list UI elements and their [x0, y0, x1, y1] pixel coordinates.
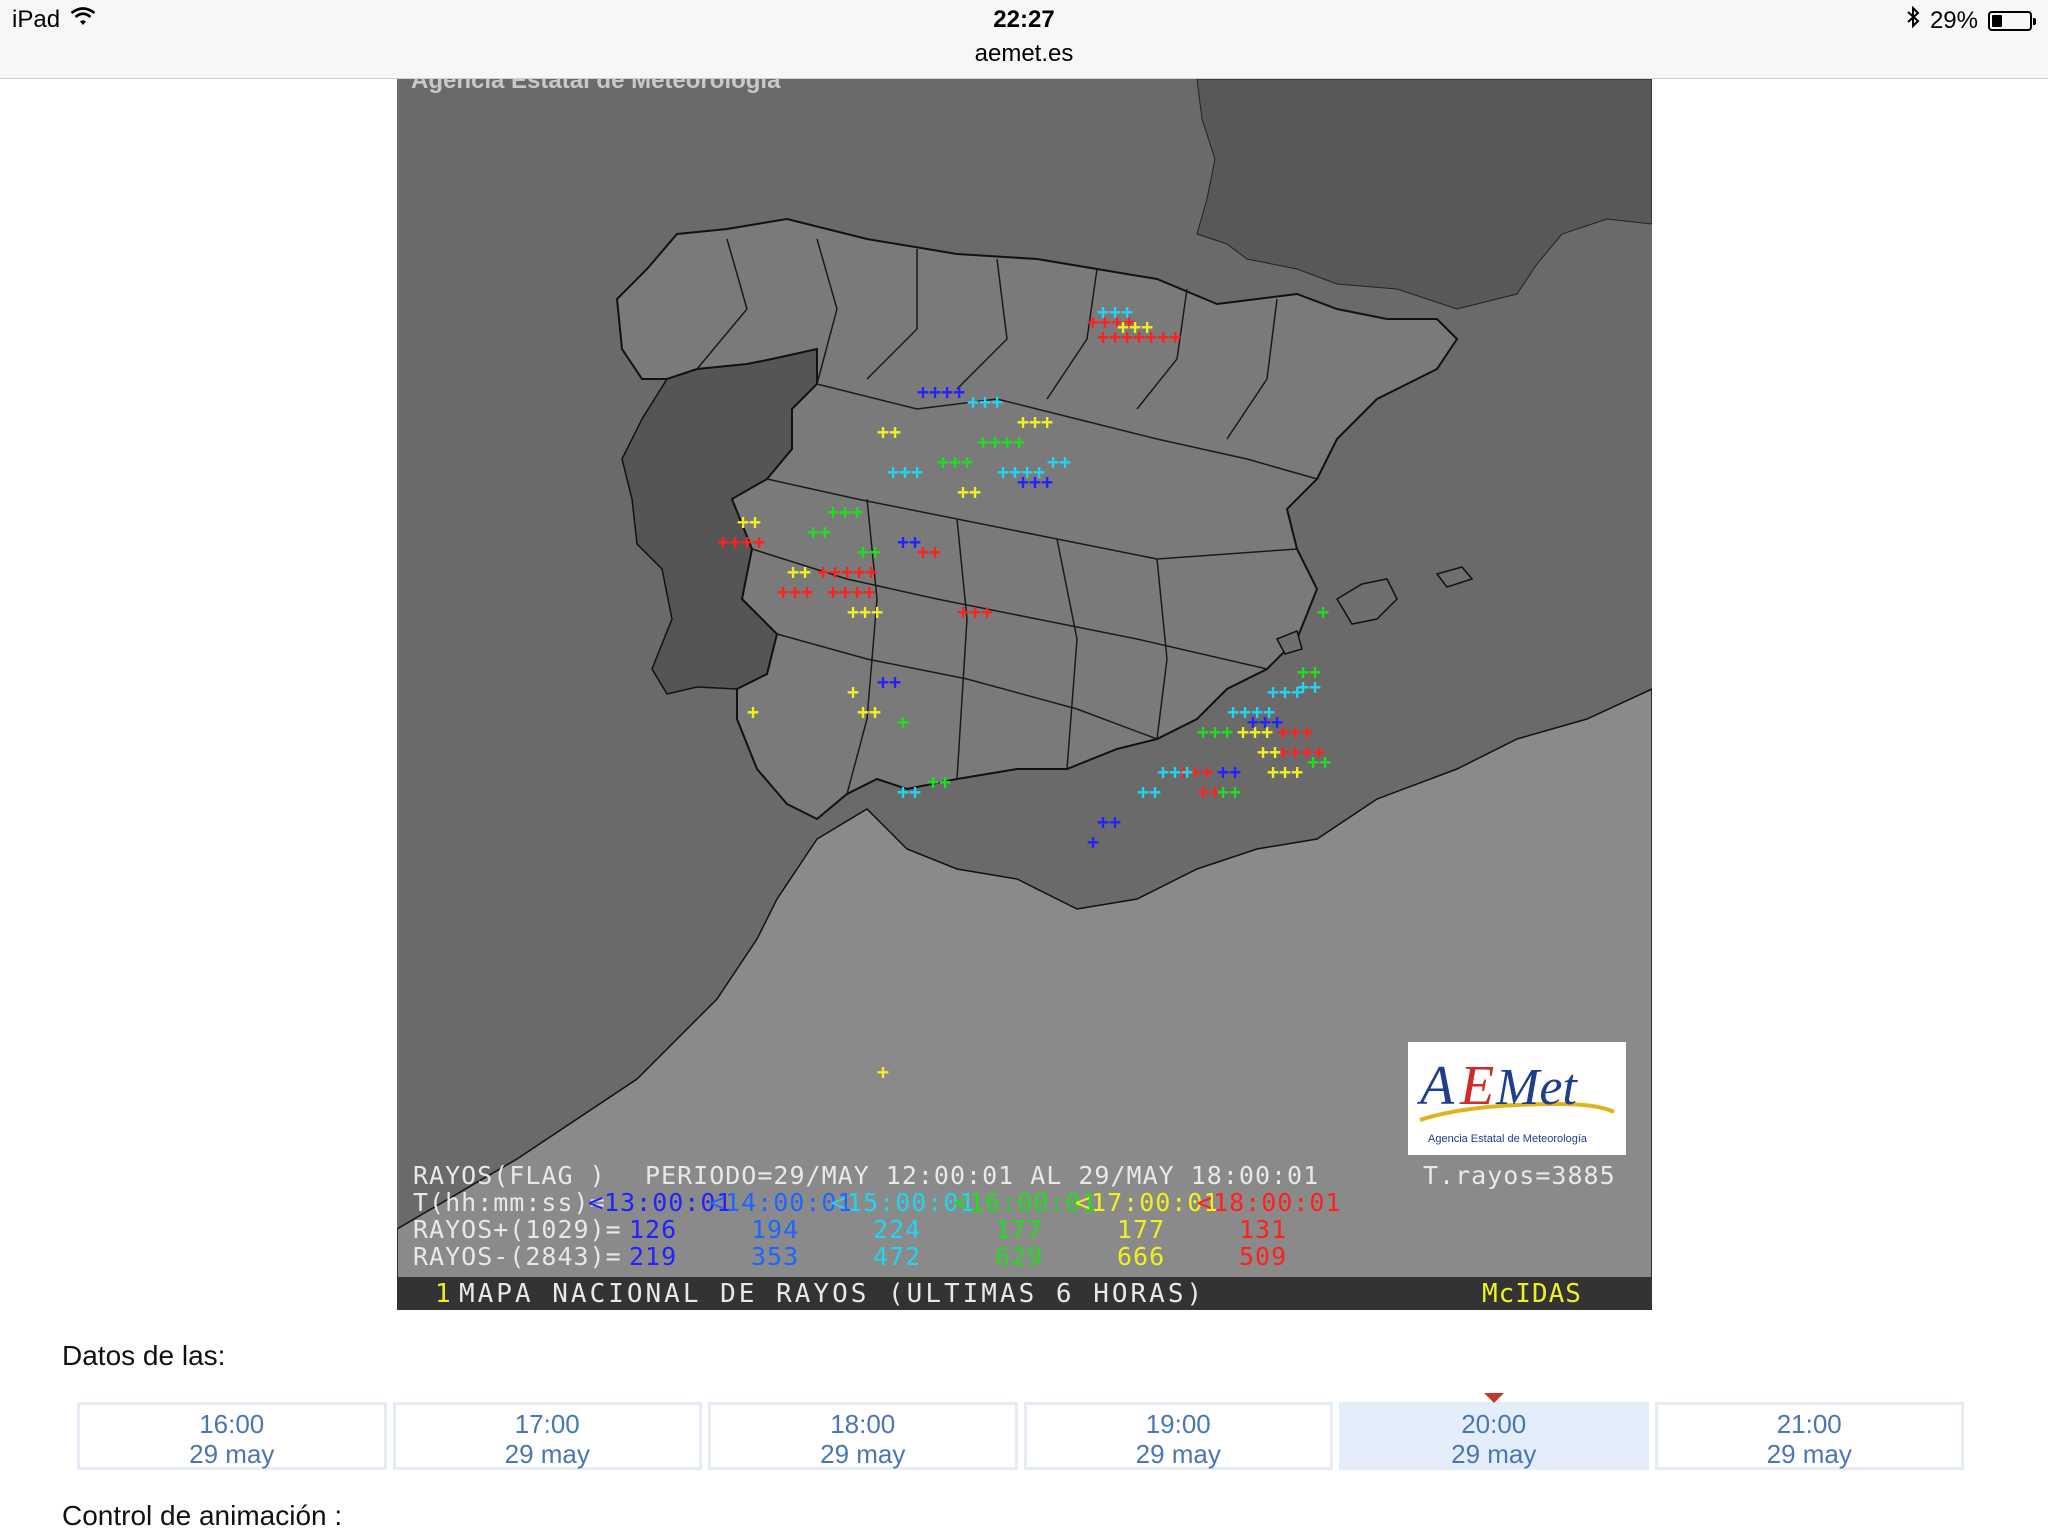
timeslot-date: 29 may: [820, 1439, 906, 1469]
svg-text:E: E: [1459, 1055, 1494, 1117]
legend-neg-4: 629: [995, 1242, 1044, 1271]
legend-pos-2: 194: [751, 1215, 800, 1244]
time-selector: 16:00 29 may 17:00 29 may 18:00 29 may 19:0…: [74, 1393, 1967, 1470]
timeslot-1700[interactable]: 17:00 29 may: [392, 1402, 702, 1470]
svg-text:+++: +++: [1247, 710, 1283, 734]
map-footer-number: 1: [435, 1279, 454, 1309]
legend-neg-5: 666: [1117, 1242, 1166, 1271]
address-bar-url[interactable]: aemet.es: [0, 40, 2048, 68]
map-footer-title: MAPA NACIONAL DE RAYOS (ULTIMAS 6 HORAS): [459, 1279, 1206, 1309]
svg-text:++: ++: [857, 700, 881, 724]
timeslot-date: 29 may: [504, 1439, 590, 1469]
svg-text:+: +: [1317, 600, 1329, 624]
legend-pos-5: 177: [1117, 1215, 1166, 1244]
svg-text:++: ++: [897, 530, 921, 554]
svg-text:+++: +++: [887, 460, 923, 484]
battery-icon: [1988, 10, 2036, 31]
datos-label: Datos de las:: [62, 1340, 226, 1371]
map-footer-strip: 1 MAPA NACIONAL DE RAYOS (ULTIMAS 6 HORA…: [397, 1277, 1652, 1310]
svg-text:+: +: [1087, 830, 1099, 854]
legend-positive-label: RAYOS+(1029)=: [413, 1215, 622, 1244]
svg-text:++: ++: [957, 480, 981, 504]
svg-text:+++: +++: [827, 500, 863, 524]
timeslot-date: 29 may: [1451, 1439, 1537, 1469]
legend-period: PERIODO=29/MAY 12:00:01 AL 29/MAY 18:00:…: [645, 1161, 1320, 1190]
legend-time-6: <18:00:01: [1197, 1188, 1342, 1217]
svg-text:++++: ++++: [977, 430, 1025, 454]
timeslot-time: 20:00: [1461, 1409, 1527, 1439]
bluetooth-icon: [1906, 5, 1920, 35]
svg-text:++: ++: [1137, 780, 1161, 804]
timeslot-time: 18:00: [830, 1409, 896, 1439]
svg-text:++: ++: [927, 770, 951, 794]
svg-text:Met: Met: [1495, 1059, 1578, 1116]
timeslot-1900[interactable]: 19:00 29 may: [1023, 1402, 1333, 1470]
timeslot-1800[interactable]: 18:00 29 may: [708, 1402, 1018, 1470]
browser-status-bar: iPad 22:27 aemet.es 29%: [0, 0, 2048, 79]
svg-text:+: +: [897, 710, 909, 734]
svg-text:+++: +++: [957, 600, 993, 624]
battery-percent: 29%: [1929, 6, 1978, 34]
timeslot-time: 16:00: [199, 1409, 265, 1439]
lightning-map-image: +++++++ ++++ ++++ +++++ ++++ +++ +++ ++ +++ ++++ +…: [397, 79, 1652, 1310]
legend-row-negative: RAYOS-(2843)= 219 353 472 629 666 509: [413, 1242, 1286, 1271]
legend-neg-2: 353: [751, 1242, 800, 1271]
svg-text:++: ++: [857, 540, 881, 564]
legend-pos-6: 131: [1239, 1215, 1288, 1244]
legend-pos-3: 224: [873, 1215, 922, 1244]
aemet-logo: A E Met Agencia Estatal de Meteorología: [1408, 1042, 1626, 1155]
svg-text:Agencia Estatal de Meteorologí: Agencia Estatal de Meteorología: [1428, 1133, 1588, 1145]
legend-neg-3: 472: [873, 1242, 922, 1271]
legend-row-times: T(hh:mm:ss)= <13:00:01 <14:00:01 <15:00:…: [413, 1188, 1340, 1217]
legend-pos-4: 177: [995, 1215, 1044, 1244]
legend-neg-6: 509: [1239, 1242, 1288, 1271]
svg-text:+++: +++: [937, 450, 973, 474]
timeslot-2000[interactable]: 20:00 29 may: [1339, 1393, 1649, 1470]
legend-flag-label: RAYOS(FLAG ): [413, 1161, 606, 1190]
svg-text:++: ++: [1307, 750, 1331, 774]
svg-text:A: A: [1416, 1055, 1455, 1117]
svg-text:+: +: [747, 700, 759, 724]
legend-neg-1: 219: [629, 1242, 678, 1271]
timeslot-2100[interactable]: 21:00 29 may: [1654, 1402, 1964, 1470]
timeslot-date: 29 may: [189, 1439, 275, 1469]
timeslot-time: 21:00: [1776, 1409, 1842, 1439]
svg-text:+++: +++: [1267, 760, 1303, 784]
animation-control-label: Control de animación :: [62, 1500, 343, 1531]
svg-text:++: ++: [1297, 675, 1321, 699]
map-credit: Agencia Estatal de Meteorología: [411, 79, 781, 94]
svg-text:++: ++: [737, 510, 761, 534]
timeslot-date: 29 may: [1766, 1439, 1852, 1469]
battery-level: [1992, 14, 2003, 27]
svg-text:+++: +++: [1017, 470, 1053, 494]
svg-text:++: ++: [877, 420, 901, 444]
svg-text:+: +: [877, 1060, 889, 1084]
timeslot-time: 19:00: [1145, 1409, 1211, 1439]
svg-text:+++: +++: [1097, 300, 1133, 324]
map-footer-brand: McIDAS: [1482, 1279, 1582, 1309]
legend-pos-1: 126: [629, 1215, 678, 1244]
legend-row-header: RAYOS(FLAG ) PERIODO=29/MAY 12:00:01 AL …: [413, 1161, 1615, 1190]
svg-text:+++: +++: [967, 390, 1003, 414]
legend-times-label: T(hh:mm:ss)=: [413, 1188, 606, 1217]
svg-text:+++: +++: [847, 600, 883, 624]
svg-text:++: ++: [1097, 810, 1121, 834]
timeslot-1600[interactable]: 16:00 29 may: [77, 1402, 387, 1470]
timeslot-date: 29 may: [1135, 1439, 1221, 1469]
svg-text:+++: +++: [1157, 760, 1193, 784]
legend-negative-label: RAYOS-(2843)=: [413, 1242, 622, 1271]
legend-total: T.rayos=3885: [1423, 1161, 1616, 1190]
status-right: 29%: [1906, 5, 2036, 35]
status-time: 22:27: [993, 6, 1055, 33]
legend-row-positive: RAYOS+(1029)= 126 194 224 177 177 131: [413, 1215, 1286, 1244]
timeslot-time: 17:00: [514, 1409, 580, 1439]
svg-text:++: ++: [787, 560, 811, 584]
svg-text:++: ++: [807, 520, 831, 544]
svg-text:++++: ++++: [917, 380, 965, 404]
svg-text:++: ++: [1217, 760, 1241, 784]
svg-text:++: ++: [897, 780, 921, 804]
current-time-marker-icon: [1483, 1393, 1504, 1403]
svg-text:++: ++: [877, 670, 901, 694]
